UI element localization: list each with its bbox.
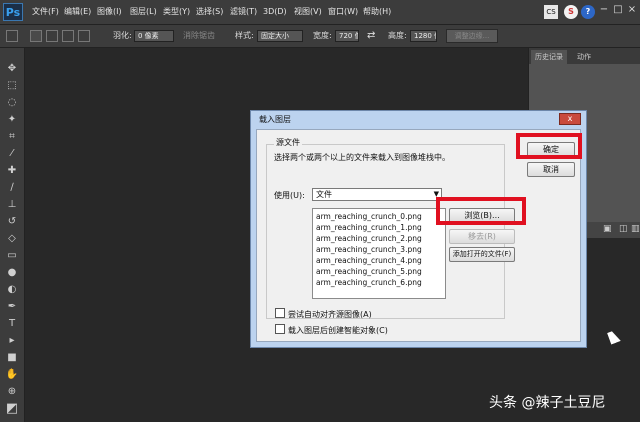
refine-edge-button[interactable]: 调整边缘... xyxy=(446,29,498,43)
eyedropper-icon[interactable]: ⁄ xyxy=(5,147,19,161)
list-item[interactable]: arm_reaching_crunch_5.png xyxy=(316,267,422,276)
cs-badge[interactable]: CS xyxy=(544,5,558,19)
magic-wand-icon[interactable]: ✦ xyxy=(5,113,19,127)
panel-tabs: 历史记录 动作 xyxy=(529,48,640,64)
use-select[interactable]: 文件 ▼ xyxy=(312,188,442,201)
dialog-close-button[interactable]: x xyxy=(559,113,581,125)
menu-select[interactable]: 选择(S) xyxy=(196,0,223,24)
smart-object-checkbox-label: 载入图层后创建智能对象(C) xyxy=(288,326,388,335)
list-item[interactable]: arm_reaching_crunch_6.png xyxy=(316,278,422,287)
feather-label: 羽化: xyxy=(113,31,132,40)
minimize-icon[interactable]: − xyxy=(597,3,611,17)
smart-object-checkbox-row[interactable]: 载入图层后创建智能对象(C) xyxy=(275,324,388,336)
use-select-value: 文件 xyxy=(316,190,332,199)
menu-file[interactable]: 文件(F) xyxy=(32,0,59,24)
brush-tool-icon[interactable]: ∕ xyxy=(5,181,19,195)
group-title: 源文件 xyxy=(274,137,302,148)
menu-edit[interactable]: 编辑(E) xyxy=(64,0,91,24)
width-label: 宽度: xyxy=(313,31,332,40)
subtract-selection-icon[interactable] xyxy=(62,30,74,42)
menu-image[interactable]: 图像(I) xyxy=(97,0,122,24)
move-tool-icon[interactable]: ✥ xyxy=(5,62,19,76)
path-selection-icon[interactable]: ▸ xyxy=(5,334,19,348)
pen-tool-icon[interactable]: ✒ xyxy=(5,300,19,314)
trash-icon[interactable]: ▥ xyxy=(631,224,640,234)
list-item[interactable]: arm_reaching_crunch_2.png xyxy=(316,234,422,243)
cancel-button[interactable]: 取消 xyxy=(527,162,575,177)
healing-brush-icon[interactable]: ✚ xyxy=(5,164,19,178)
style-label: 样式: xyxy=(235,31,254,40)
style-select[interactable]: 固定大小 xyxy=(257,30,303,42)
tab-actions[interactable]: 动作 xyxy=(573,50,595,64)
browse-button-highlight xyxy=(436,197,526,225)
dialog-body: 源文件 选择两个或两个以上的文件来载入到图像堆栈中。 使用(U): 文件 ▼ a… xyxy=(256,129,581,342)
zoom-tool-icon[interactable]: ⊕ xyxy=(5,385,19,399)
align-checkbox[interactable] xyxy=(275,308,285,318)
help-icon[interactable]: ? xyxy=(581,5,595,19)
menu-3d[interactable]: 3D(D) xyxy=(263,0,287,24)
marquee-tool-icon[interactable]: ⬚ xyxy=(5,79,19,93)
new-snapshot-icon[interactable]: ◫ xyxy=(619,224,628,234)
shape-tool-icon[interactable]: ■ xyxy=(5,351,19,365)
clone-stamp-icon[interactable]: ⊥ xyxy=(5,198,19,212)
menu-type[interactable]: 类型(Y) xyxy=(163,0,190,24)
menu-bar: Ps 文件(F) 编辑(E) 图像(I) 图层(L) 类型(Y) 选择(S) 滤… xyxy=(0,0,640,25)
height-input[interactable]: 1280 像 xyxy=(410,30,437,42)
tab-history[interactable]: 历史记录 xyxy=(531,50,567,64)
instruction-text: 选择两个或两个以上的文件来载入到图像堆栈中。 xyxy=(274,153,450,162)
tools-panel: ✥ ⬚ ◌ ✦ ⌗ ⁄ ✚ ∕ ⊥ ↺ ◇ ▭ ● ◐ ✒ T ▸ ■ ✋ ⊕ … xyxy=(0,48,25,422)
dialog-title: 载入图层 xyxy=(259,115,291,124)
intersect-selection-icon[interactable] xyxy=(78,30,90,42)
watermark: 头条 @辣子土豆尼 xyxy=(489,395,606,411)
align-checkbox-row[interactable]: 尝试自动对齐源图像(A) xyxy=(275,308,372,320)
adobe-icon[interactable]: S xyxy=(564,5,578,19)
remove-button[interactable]: 移去(R) xyxy=(449,229,515,244)
use-label: 使用(U): xyxy=(274,191,305,200)
crop-tool-icon[interactable]: ⌗ xyxy=(5,130,19,144)
menu-view[interactable]: 视图(V) xyxy=(294,0,322,24)
align-checkbox-label: 尝试自动对齐源图像(A) xyxy=(288,310,372,319)
width-input[interactable]: 720 像 xyxy=(335,30,359,42)
hand-tool-icon[interactable]: ✋ xyxy=(5,368,19,382)
history-brush-icon[interactable]: ↺ xyxy=(5,215,19,229)
ok-button-highlight xyxy=(516,133,582,159)
menu-help[interactable]: 帮助(H) xyxy=(363,0,391,24)
swap-icon[interactable]: ⇄ xyxy=(367,25,375,47)
list-item[interactable]: arm_reaching_crunch_1.png xyxy=(316,223,422,232)
smart-object-checkbox[interactable] xyxy=(275,324,285,334)
mouse-cursor-icon xyxy=(607,329,621,345)
list-item[interactable]: arm_reaching_crunch_4.png xyxy=(316,256,422,265)
photoshop-logo-icon: Ps xyxy=(3,3,23,21)
add-selection-icon[interactable] xyxy=(46,30,58,42)
color-swatch-icon[interactable]: ◩ xyxy=(5,402,19,416)
feather-input[interactable]: 0 像素 xyxy=(134,30,174,42)
eraser-icon[interactable]: ◇ xyxy=(5,232,19,246)
type-tool-icon[interactable]: T xyxy=(5,317,19,331)
camera-icon[interactable]: ▣ xyxy=(603,224,612,234)
menu-window[interactable]: 窗口(W) xyxy=(328,0,358,24)
add-open-files-button[interactable]: 添加打开的文件(F) xyxy=(449,247,515,262)
menu-layer[interactable]: 图层(L) xyxy=(130,0,157,24)
list-item[interactable]: arm_reaching_crunch_0.png xyxy=(316,212,422,221)
maximize-icon[interactable]: □ xyxy=(611,3,625,17)
dodge-tool-icon[interactable]: ◐ xyxy=(5,283,19,297)
blur-tool-icon[interactable]: ● xyxy=(5,266,19,280)
new-selection-icon[interactable] xyxy=(30,30,42,42)
gradient-tool-icon[interactable]: ▭ xyxy=(5,249,19,263)
options-bar: 羽化: 0 像素 消除锯齿 样式: 固定大小 宽度: 720 像 ⇄ 高度: 1… xyxy=(0,25,640,48)
antialias-label[interactable]: 消除锯齿 xyxy=(183,25,215,47)
file-list[interactable]: arm_reaching_crunch_0.png arm_reaching_c… xyxy=(312,208,446,299)
lasso-tool-icon[interactable]: ◌ xyxy=(5,96,19,110)
marquee-tool-icon[interactable] xyxy=(6,30,18,42)
menu-filter[interactable]: 滤镜(T) xyxy=(230,0,257,24)
height-label: 高度: xyxy=(388,31,407,40)
close-icon[interactable]: × xyxy=(625,3,639,17)
list-item[interactable]: arm_reaching_crunch_3.png xyxy=(316,245,422,254)
